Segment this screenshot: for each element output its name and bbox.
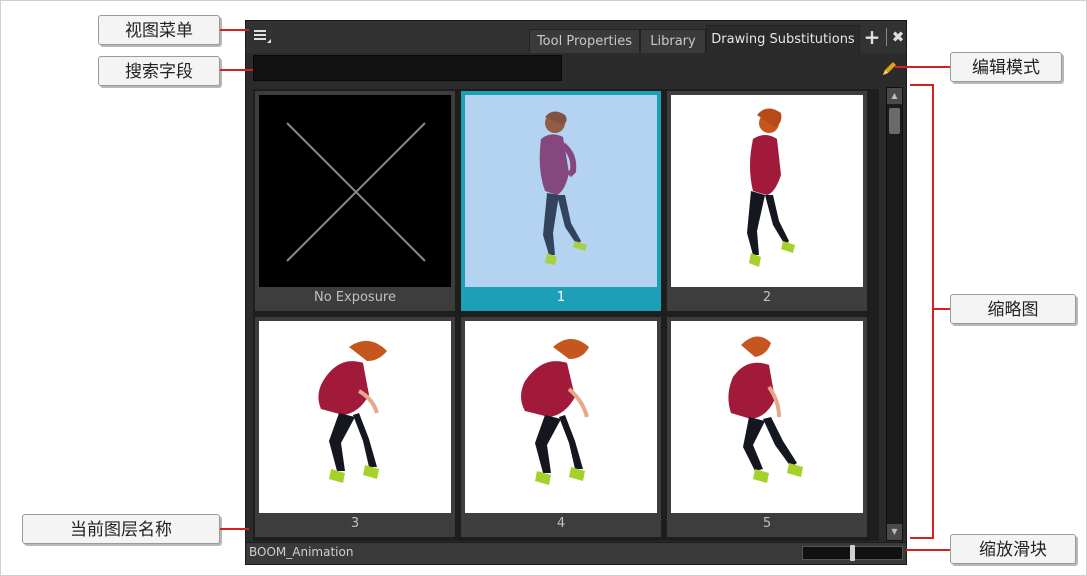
callout-line: [220, 69, 253, 71]
plus-icon: +: [863, 25, 881, 49]
callout-line: [906, 549, 950, 551]
character-drawing-icon: [747, 108, 795, 267]
thumbnail-label: 2: [762, 290, 772, 305]
callout-edit-mode: 编辑模式: [950, 52, 1062, 82]
thumbnail-image: [465, 95, 657, 287]
thumbnail-label: No Exposure: [314, 290, 396, 305]
pencil-icon: [883, 62, 896, 75]
thumbnail-grid: No Exposure 1 2 3 4 5: [253, 89, 879, 541]
triangle-down-icon: ▼: [891, 527, 898, 536]
callout-view-menu: 视图菜单: [98, 15, 220, 45]
thumbnail-drawing-3[interactable]: 3: [255, 317, 455, 537]
thumbnail-image: [671, 321, 863, 513]
add-view-button[interactable]: +: [863, 25, 881, 49]
search-row: [246, 53, 906, 85]
thumbnail-drawing-5[interactable]: 5: [667, 317, 867, 537]
callout-line: [932, 308, 950, 310]
scroll-down-button[interactable]: ▼: [887, 524, 902, 540]
zoom-slider[interactable]: [802, 545, 903, 561]
thumbnail-drawing-2[interactable]: 2: [667, 91, 867, 311]
thumbnail-drawing-1[interactable]: 1: [461, 91, 661, 311]
tab-library[interactable]: Library: [640, 29, 706, 53]
close-view-button[interactable]: ✖: [886, 28, 906, 46]
menu-icon: [254, 30, 271, 43]
tab-drawing-substitutions[interactable]: Drawing Substitutions: [706, 25, 860, 53]
thumbnail-label: 5: [762, 516, 772, 531]
thumbnail-image: [671, 95, 863, 287]
callout-line: [910, 537, 934, 539]
scroll-up-button[interactable]: ▲: [887, 88, 902, 104]
triangle-up-icon: ▲: [891, 91, 898, 100]
zoom-slider-thumb[interactable]: [850, 545, 855, 561]
callout-current-layer-name: 当前图层名称: [22, 514, 220, 544]
character-drawing-icon: [521, 339, 589, 485]
thumbnail-scrollbar[interactable]: ▲ ▼: [886, 87, 903, 541]
callout-thumbnails: 缩略图: [950, 294, 1076, 324]
thumbnail-label: 1: [556, 290, 566, 305]
thumbnail-label: 4: [556, 516, 566, 531]
character-drawing-icon: [539, 111, 587, 265]
edit-mode-button[interactable]: [879, 59, 899, 79]
thumbnail-no-exposure[interactable]: No Exposure: [255, 91, 455, 311]
thumbnail-image: [259, 321, 451, 513]
view-menu-button[interactable]: [252, 26, 272, 46]
callout-zoom-slider: 缩放滑块: [950, 534, 1076, 564]
scrollbar-thumb[interactable]: [889, 108, 900, 134]
character-drawing-icon: [728, 336, 803, 483]
callout-search-field: 搜索字段: [98, 56, 220, 86]
close-icon: ✖: [891, 28, 905, 46]
callout-line: [895, 66, 950, 68]
callout-line: [220, 528, 249, 530]
current-layer-name: BOOM_Animation: [249, 545, 354, 559]
tab-tool-properties[interactable]: Tool Properties: [529, 29, 640, 53]
tab-bar: Tool Properties Library Drawing Substitu…: [246, 21, 906, 53]
callout-line: [910, 84, 934, 86]
status-bar: BOOM_Animation: [246, 542, 906, 564]
thumbnail-image: [259, 95, 451, 287]
callout-bracket: [932, 84, 934, 539]
no-exposure-cross-icon: [286, 122, 426, 262]
search-input[interactable]: [253, 55, 562, 81]
thumbnail-image: [465, 321, 657, 513]
callout-line: [220, 29, 249, 31]
thumbnail-label: 3: [350, 516, 360, 531]
character-drawing-icon: [318, 340, 387, 483]
thumbnail-drawing-4[interactable]: 4: [461, 317, 661, 537]
drawing-substitutions-panel: Tool Properties Library Drawing Substitu…: [245, 20, 907, 565]
